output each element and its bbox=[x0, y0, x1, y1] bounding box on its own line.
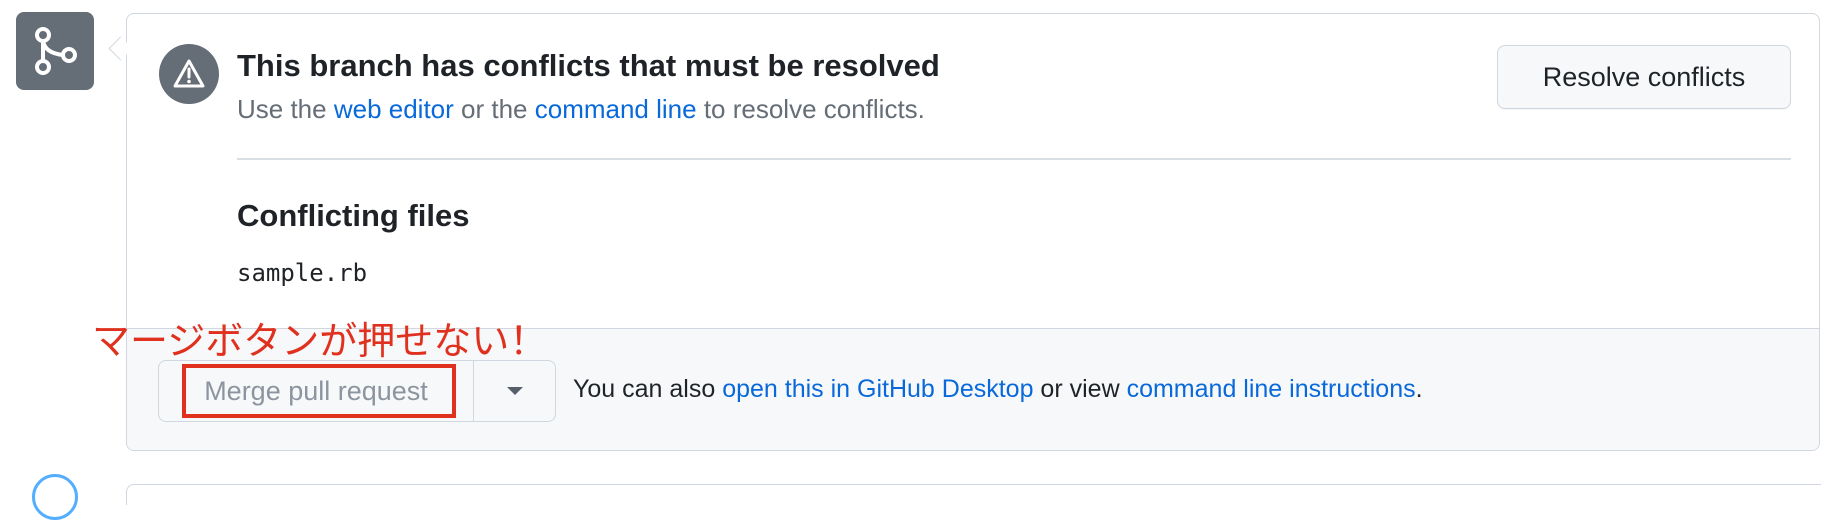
footer-prefix: You can also bbox=[573, 375, 723, 403]
merge-pull-request-button[interactable]: Merge pull request bbox=[159, 361, 473, 421]
conflict-desc-prefix: Use the bbox=[237, 94, 334, 124]
footer-middle: or view bbox=[1033, 375, 1127, 403]
git-branch-icon bbox=[16, 12, 94, 90]
merge-footer-text: You can also open this in GitHub Desktop… bbox=[573, 375, 1423, 404]
annotation-text: マージボタンが押せない！ bbox=[92, 319, 548, 363]
conflicting-file[interactable]: sample.rb bbox=[237, 259, 367, 287]
conflict-desc-suffix: to resolve conflicts. bbox=[696, 94, 925, 124]
triangle-down-icon bbox=[507, 387, 523, 395]
conflicting-files-title: Conflicting files bbox=[237, 198, 470, 233]
github-desktop-link[interactable]: open this in GitHub Desktop bbox=[722, 375, 1033, 403]
avatar bbox=[32, 474, 78, 520]
merge-status-panel: This branch has conflicts that must be r… bbox=[126, 13, 1820, 451]
command-line-instructions-link[interactable]: command line instructions bbox=[1127, 375, 1416, 403]
merge-button-group: Merge pull request bbox=[158, 360, 556, 422]
footer-suffix: . bbox=[1415, 375, 1423, 403]
alert-triangle-icon bbox=[159, 44, 219, 104]
conflict-desc-middle: or the bbox=[453, 94, 535, 124]
resolve-conflicts-button[interactable]: Resolve conflicts bbox=[1497, 45, 1791, 109]
merge-method-dropdown[interactable] bbox=[474, 361, 556, 421]
divider bbox=[237, 158, 1791, 160]
command-line-link[interactable]: command line bbox=[535, 94, 697, 124]
web-editor-link[interactable]: web editor bbox=[334, 94, 454, 124]
conflict-title: This branch has conflicts that must be r… bbox=[237, 48, 940, 83]
next-timeline-card bbox=[126, 484, 1821, 505]
conflict-description: Use the web editor or the command line t… bbox=[237, 94, 925, 125]
